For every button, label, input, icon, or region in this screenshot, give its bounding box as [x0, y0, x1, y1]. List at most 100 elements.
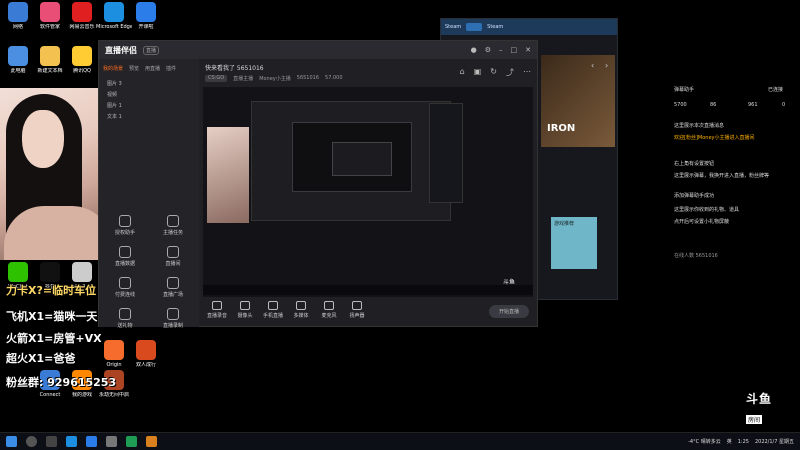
control-mic[interactable]: 麦克风 — [319, 301, 339, 319]
minimize-icon[interactable]: – — [499, 46, 503, 54]
chat-status: 已连接 — [768, 87, 784, 93]
desktop-shortcut-icon[interactable]: 此电脑 — [0, 46, 36, 75]
maximize-icon[interactable]: □ — [511, 46, 518, 54]
task-view-icon[interactable] — [46, 436, 57, 447]
steam-icon[interactable] — [126, 436, 137, 447]
tab-my-scene[interactable]: 我的场景 — [103, 65, 123, 72]
game-banner-title: IRON — [547, 123, 576, 134]
desktop-shortcut-icon[interactable]: 软件管家 — [32, 2, 68, 31]
promo-label: 游戏推荐 — [554, 221, 575, 227]
preview-taskbar — [203, 285, 533, 295]
chat-count-other: 0 — [782, 102, 786, 108]
desktop-shortcut-icon[interactable]: 新建文本档 — [32, 46, 68, 75]
lock-icon[interactable]: ⌂ — [460, 67, 465, 78]
overlay-line-1: 力卡X?=临时车位 — [6, 284, 97, 297]
room-type: 直播主播 — [233, 76, 254, 82]
stream-preview[interactable]: 斗鱼 — [203, 87, 533, 297]
window-title-bar: 直播伴侣 直播 ● ⚙ – □ ✕ — [99, 41, 537, 59]
tool-anchor-task[interactable]: 主播任务 — [149, 215, 197, 236]
chat-count-viewers: 5700 — [674, 102, 687, 108]
settings-icon[interactable]: ⚙ — [485, 46, 491, 54]
chat-message: 这里展示你收到的礼物、道具 — [674, 207, 740, 213]
watermark-brand: 斗鱼 — [746, 392, 773, 406]
scene-item[interactable]: 图片 3 — [99, 78, 199, 89]
control-media[interactable]: 多媒体 — [291, 301, 311, 319]
tool-send-gift[interactable]: 送礼物 — [101, 308, 149, 329]
chat-message: 添加弹幕助手成功 — [674, 193, 715, 199]
main-panel: 快来看我了 5651016 CS:GO 直播主播 Money小主播 565101… — [199, 59, 537, 327]
carousel-prev-icon[interactable]: ‹ — [591, 61, 594, 70]
tab-plugins[interactable]: 插件 — [166, 65, 176, 72]
desktop-shortcut-icon[interactable]: 开课啦 — [128, 2, 164, 31]
start-live-button[interactable]: 开始直播 — [488, 305, 529, 318]
control-bar: 直播录音 摄像头 手机直播 多媒体 麦克风 扬声器 开始直播 — [199, 299, 537, 327]
search-icon[interactable] — [26, 436, 37, 447]
preview-browser — [429, 103, 463, 203]
tab-preview[interactable]: 预览 — [129, 65, 139, 72]
file-explorer-icon[interactable] — [106, 436, 117, 447]
overlay-line-2: 飞机X1=猫咪一天 — [6, 310, 98, 323]
game-banner-image[interactable]: IRON — [541, 55, 615, 147]
scene-item[interactable]: 文本 1 — [99, 111, 199, 122]
close-icon[interactable]: ✕ — [525, 46, 531, 54]
refresh-icon[interactable]: ↻ — [490, 67, 497, 78]
crop-icon[interactable]: ▣ — [474, 67, 482, 78]
weather-text[interactable]: -4°C 晴转多云 — [688, 438, 721, 445]
tool-live-square[interactable]: 直播广场 — [149, 277, 197, 298]
anchor-name: Money小主播 — [259, 76, 291, 82]
scene-item[interactable]: 图片 1 — [99, 100, 199, 111]
app-logo: 直播伴侣 — [105, 45, 137, 55]
desktop-shortcut-icon[interactable]: 网络 — [0, 2, 36, 31]
control-mobile[interactable]: 手机直播 — [263, 301, 283, 319]
desktop-shortcut-icon[interactable]: Microsoft Edge — [96, 2, 132, 31]
browser-user-badge — [466, 23, 483, 31]
tool-auth-assistant[interactable]: 授权助手 — [101, 215, 149, 236]
desktop-shortcut-icon[interactable]: 网易云音乐 — [64, 2, 100, 31]
tool-paid-link[interactable]: 付费连线 — [101, 277, 149, 298]
system-tray: -4°C 晴转多云 英 1:25 2022/1/7 星期五 — [688, 438, 794, 446]
browser-tab[interactable]: Steam — [445, 24, 461, 30]
chat-footer: 在线人数 5651016 — [674, 253, 718, 259]
avatar-icon[interactable]: ● — [471, 46, 477, 54]
live-companion-taskbar-icon[interactable] — [146, 436, 157, 447]
share-icon[interactable]: ⤴ — [506, 67, 514, 78]
overlay-line-3: 火箭X1=房管+VX — [6, 332, 102, 345]
start-icon[interactable] — [6, 436, 17, 447]
tool-live-room[interactable]: 直播间 — [149, 246, 197, 267]
browser-title-bar: Steam Steam — [441, 19, 617, 35]
room-category[interactable]: CS:GO — [205, 75, 228, 82]
chat-count-likes: 86 — [710, 102, 717, 108]
chat-message: 这里展示弹幕，我换开进入直播，粉丝牌等 — [674, 173, 770, 179]
chat-count-gifts: 961 — [748, 102, 758, 108]
browser-user: Steam — [487, 24, 504, 30]
control-camera[interactable]: 摄像头 — [235, 301, 255, 319]
clock-date[interactable]: 2022/1/7 星期五 — [755, 438, 794, 445]
clock-time[interactable]: 1:25 — [738, 439, 749, 445]
more-icon[interactable]: ⋯ — [523, 67, 531, 78]
douyu-watermark: 斗鱼 房间 5651016 — [746, 390, 786, 443]
edge-icon[interactable] — [66, 436, 77, 447]
chat-panel: 弹幕助手 已连接 5700 86 961 0 这里展示本次直播消息 欢迎[粉丝]… — [662, 82, 800, 372]
overlay-line-4: 超火X1=爸爸 — [6, 352, 76, 365]
chat-message: 右上角有设置按钮 — [674, 161, 715, 167]
scene-item[interactable]: 视频 — [99, 89, 199, 100]
chat-message: 点开后可设置小礼物屏蔽 — [674, 219, 730, 225]
desktop-shortcut-icon[interactable]: 腾讯QQ — [64, 46, 100, 75]
desktop-shortcut-icon[interactable]: 双人成行 — [128, 340, 164, 369]
chat-message: 欢迎[粉丝]Money小主播进入直播间 — [674, 135, 755, 141]
carousel-next-icon[interactable]: › — [605, 61, 608, 70]
tab-live[interactable]: 用直播 — [145, 65, 160, 72]
tool-record[interactable]: 直播录制 — [149, 308, 197, 329]
webcam-feed — [0, 88, 112, 260]
promo-card[interactable]: 游戏推荐 — [551, 217, 597, 269]
control-audio[interactable]: 直播录音 — [207, 301, 227, 319]
taskbar: -4°C 晴转多云 英 1:25 2022/1/7 星期五 — [0, 432, 800, 450]
control-speaker[interactable]: 扬声器 — [347, 301, 367, 319]
room-id: 5651016 — [296, 75, 320, 81]
tool-live-data[interactable]: 直播数据 — [101, 246, 149, 267]
qq-icon[interactable] — [86, 436, 97, 447]
ime-indicator[interactable]: 英 — [727, 438, 732, 445]
chat-header: 弹幕助手 — [674, 87, 695, 93]
live-companion-window[interactable]: 直播伴侣 直播 ● ⚙ – □ ✕ 我的场景 预览 用直播 插件 图片 3 视频… — [98, 40, 538, 329]
preview-nested-window — [251, 101, 451, 221]
